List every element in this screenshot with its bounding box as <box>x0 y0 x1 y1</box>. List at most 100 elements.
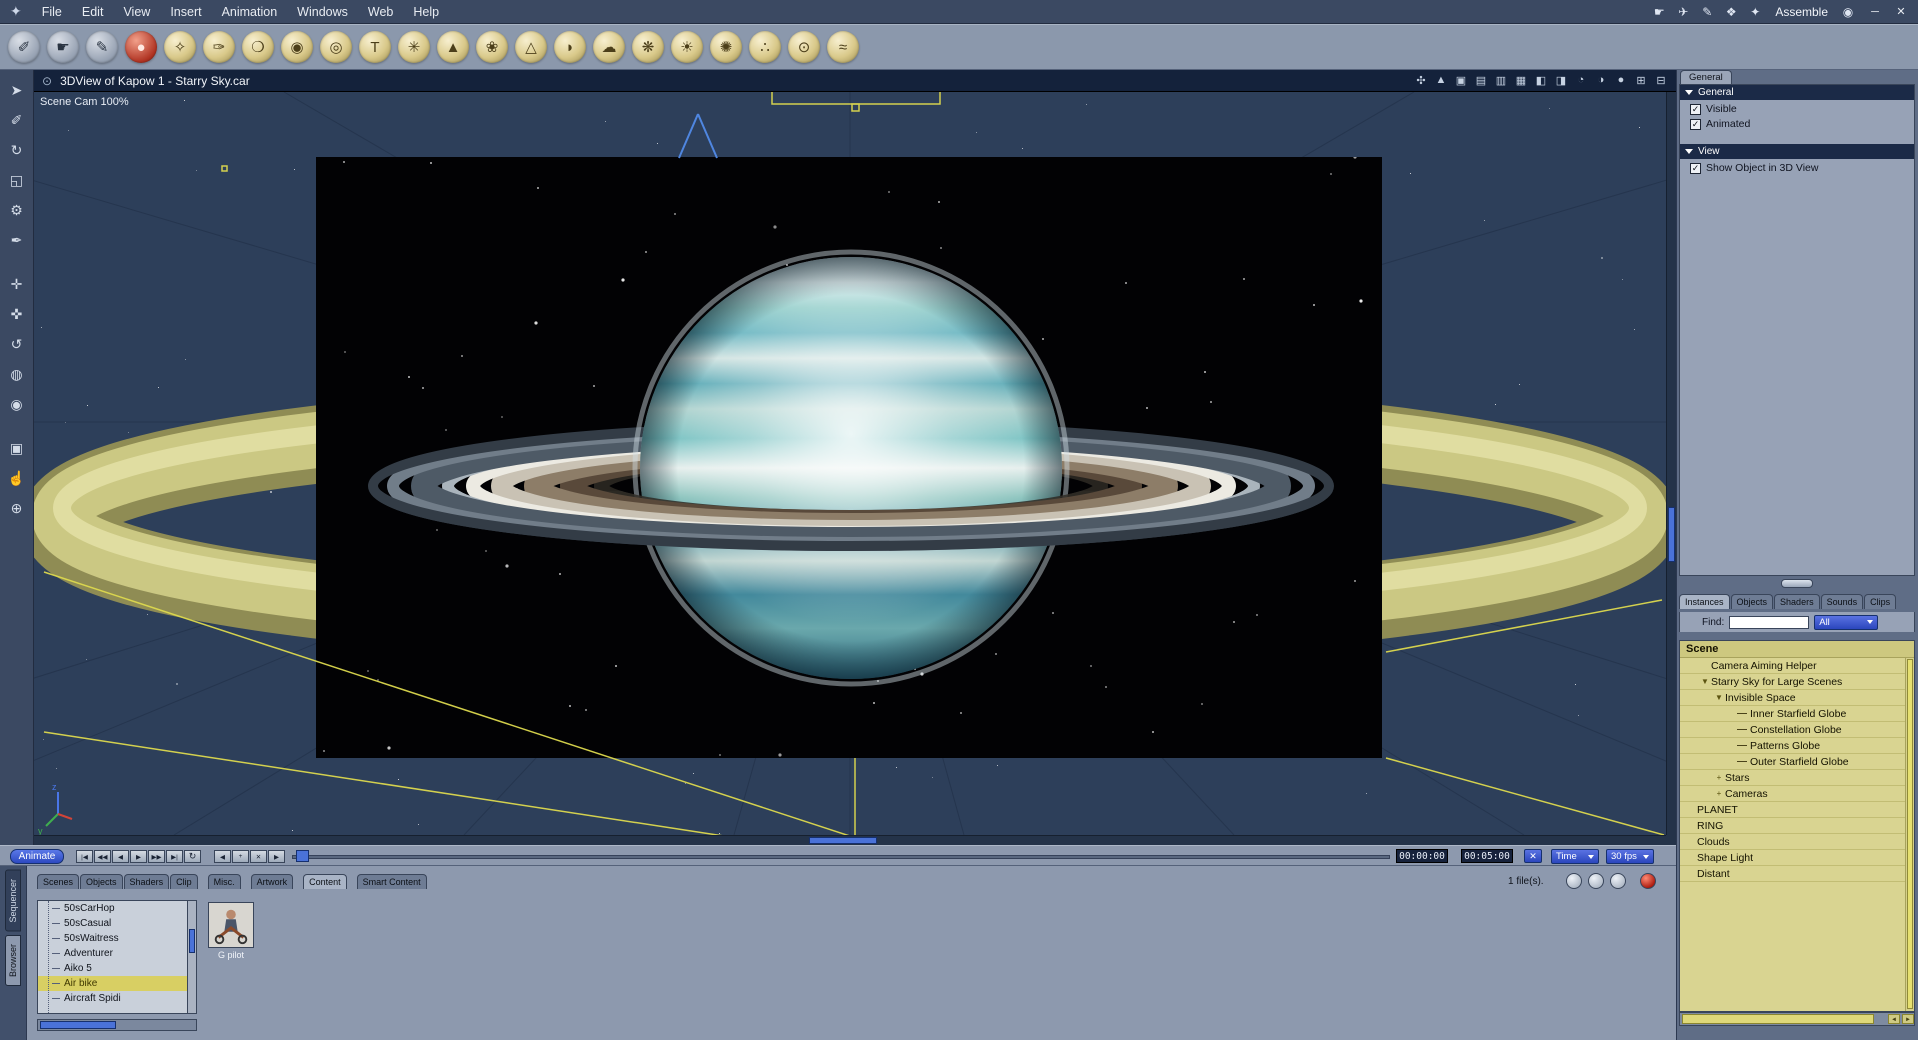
scene-tree-item[interactable]: ▼ Invisible Space <box>1680 690 1914 706</box>
expander-icon[interactable]: + <box>1714 789 1724 798</box>
view-option-button-2[interactable] <box>1588 873 1604 889</box>
scroll-left-arrow[interactable]: ◄ <box>1888 1014 1900 1024</box>
camera-gizmo-icon[interactable]: ▲ <box>1434 74 1448 87</box>
checkbox-row[interactable]: ✓ Animated <box>1680 115 1914 130</box>
list-item[interactable]: Adventurer <box>38 946 196 961</box>
pan-hand-icon[interactable]: ☝ <box>4 466 30 490</box>
quality-full-icon[interactable]: ● <box>1614 74 1628 87</box>
scroll-right-arrow[interactable]: ► <box>1902 1014 1914 1024</box>
expander-icon[interactable]: ▼ <box>1700 677 1710 686</box>
insert-cloud-icon[interactable]: ☁ <box>593 31 625 63</box>
scene-tree-item[interactable]: + Stars <box>1680 770 1914 786</box>
scrollbar-thumb[interactable] <box>1668 507 1675 562</box>
scene-tree-item[interactable]: Outer Starfield Globe <box>1680 754 1914 770</box>
loop-button[interactable]: ↻ <box>184 850 201 863</box>
scrollbar-thumb[interactable] <box>1907 659 1913 1009</box>
plane-toggle-icon[interactable]: ⊟ <box>1654 74 1668 87</box>
point-edit-tool-icon[interactable]: ✐ <box>4 108 30 132</box>
menu-item[interactable]: Edit <box>72 5 114 19</box>
insert-sphere-icon[interactable]: ◉ <box>281 31 313 63</box>
checkbox-row[interactable]: ✓ Show Object in 3D View <box>1680 159 1914 174</box>
camera-dolly-icon[interactable]: ◉ <box>4 392 30 416</box>
expander-icon[interactable]: + <box>1714 773 1724 782</box>
camera-track-icon[interactable]: ◍ <box>4 362 30 386</box>
insert-torus-icon[interactable]: ◎ <box>320 31 352 63</box>
insert-path-icon[interactable]: ∴ <box>749 31 781 63</box>
menu-item[interactable]: Animation <box>212 5 288 19</box>
insert-vertex-object-icon[interactable]: ✧ <box>164 31 196 63</box>
play-reverse-button[interactable]: ◀ <box>112 850 129 863</box>
delete-keyframe-button[interactable]: ✕ <box>250 850 267 863</box>
scene-tree-item[interactable]: Clouds <box>1680 834 1914 850</box>
room-icon-1[interactable]: ✈ <box>1675 5 1691 19</box>
scene-tree-item[interactable]: Inner Starfield Globe <box>1680 706 1914 722</box>
list-item[interactable]: 50sWaitress <box>38 931 196 946</box>
drag-icon[interactable]: ☛ <box>47 31 79 63</box>
insert-plant-icon[interactable]: ❀ <box>476 31 508 63</box>
list-item[interactable]: 50sCarHop <box>38 901 196 916</box>
scrollbar-thumb[interactable] <box>1682 1014 1874 1024</box>
insert-starburst-icon[interactable]: ✺ <box>710 31 742 63</box>
viewport-canvas[interactable]: z y Scene Cam 100% <box>34 92 1666 835</box>
wrench-tool-icon[interactable]: ⚙ <box>4 198 30 222</box>
eyedropper-tool-icon[interactable]: ✒ <box>4 228 30 252</box>
scale-tool-icon[interactable]: ◱ <box>4 168 30 192</box>
menu-item[interactable]: File <box>32 5 72 19</box>
insert-target-icon[interactable]: ⊙ <box>788 31 820 63</box>
camera-bank-icon[interactable]: ↺ <box>4 332 30 356</box>
tab-general[interactable]: General <box>1680 70 1732 84</box>
hand-cursor-icon[interactable]: ☛ <box>1651 5 1667 19</box>
end-time-field[interactable]: 00:05:00 <box>1461 849 1513 863</box>
insert-sun-icon[interactable]: ☀ <box>671 31 703 63</box>
prev-keyframe-button[interactable]: ◀ <box>214 850 231 863</box>
list-item[interactable]: Air bike <box>38 976 196 991</box>
insert-cone-icon[interactable]: ▲ <box>437 31 469 63</box>
eye-icon[interactable]: ◉ <box>1840 5 1856 19</box>
content-thumbnail[interactable] <box>208 902 254 948</box>
scene-tree-item[interactable]: ▼ Starry Sky for Large Scenes <box>1680 674 1914 690</box>
browser-tab[interactable]: Shaders <box>123 874 170 889</box>
scene-tree-item[interactable]: Camera Aiming Helper <box>1680 658 1914 674</box>
shade-left-icon[interactable]: ◧ <box>1534 74 1548 87</box>
list-scrollbar[interactable] <box>187 901 196 1013</box>
zoom-tool-icon[interactable]: ⊕ <box>4 496 30 520</box>
go-end-button[interactable]: ▶| <box>166 850 183 863</box>
filter-dropdown[interactable]: All <box>1814 614 1879 630</box>
view-option-button-1[interactable] <box>1566 873 1582 889</box>
minimize-button[interactable]: ─ <box>1868 6 1882 18</box>
find-input[interactable] <box>1729 615 1810 629</box>
checkbox[interactable]: ✓ <box>1690 162 1701 174</box>
browser-tab[interactable]: Scenes <box>37 874 80 889</box>
scene-vertical-scrollbar[interactable] <box>1905 658 1914 1011</box>
layout-single-icon[interactable]: ▣ <box>1454 74 1468 87</box>
menu-item[interactable]: Insert <box>160 5 211 19</box>
panel-tab[interactable]: Instances <box>1679 594 1730 609</box>
expander-icon[interactable]: ▼ <box>1714 693 1724 702</box>
layout-quad-icon[interactable]: ▦ <box>1514 74 1528 87</box>
browser-horizontal-scrollbar[interactable] <box>37 1019 197 1031</box>
view-option-button-3[interactable] <box>1610 873 1626 889</box>
browser-tab[interactable]: Content <box>303 874 347 889</box>
side-tab[interactable]: Sequencer <box>5 870 21 932</box>
fps-dropdown[interactable]: 30 fps <box>1606 849 1654 864</box>
checkbox[interactable]: ✓ <box>1690 118 1701 130</box>
animate-button[interactable]: Animate <box>10 849 64 864</box>
content-item[interactable]: G pilot <box>208 902 254 960</box>
scene-tree-item[interactable]: Distant <box>1680 866 1914 882</box>
play-button[interactable]: ▶ <box>130 850 147 863</box>
current-time-field[interactable]: 00:00:00 <box>1396 849 1448 863</box>
insert-particles-icon[interactable]: ✳ <box>398 31 430 63</box>
section-header-general[interactable]: General <box>1680 85 1914 100</box>
checkbox-row[interactable]: ✓ Visible <box>1680 100 1914 115</box>
insert-terrain-icon[interactable]: △ <box>515 31 547 63</box>
browser-tab[interactable]: Clip <box>170 874 198 889</box>
quality-wire-icon[interactable]: ◔ <box>1574 74 1588 87</box>
checkbox[interactable]: ✓ <box>1690 103 1701 115</box>
browser-tab[interactable]: Objects <box>80 874 123 889</box>
side-tab[interactable]: Browser <box>5 934 21 986</box>
insert-spline-object-icon[interactable]: ✑ <box>203 31 235 63</box>
insert-fire-icon[interactable]: ❋ <box>632 31 664 63</box>
scene-tree-item[interactable]: + Cameras <box>1680 786 1914 802</box>
menu-item[interactable]: Windows <box>287 5 358 19</box>
scene-tree-item[interactable]: Shape Light <box>1680 850 1914 866</box>
